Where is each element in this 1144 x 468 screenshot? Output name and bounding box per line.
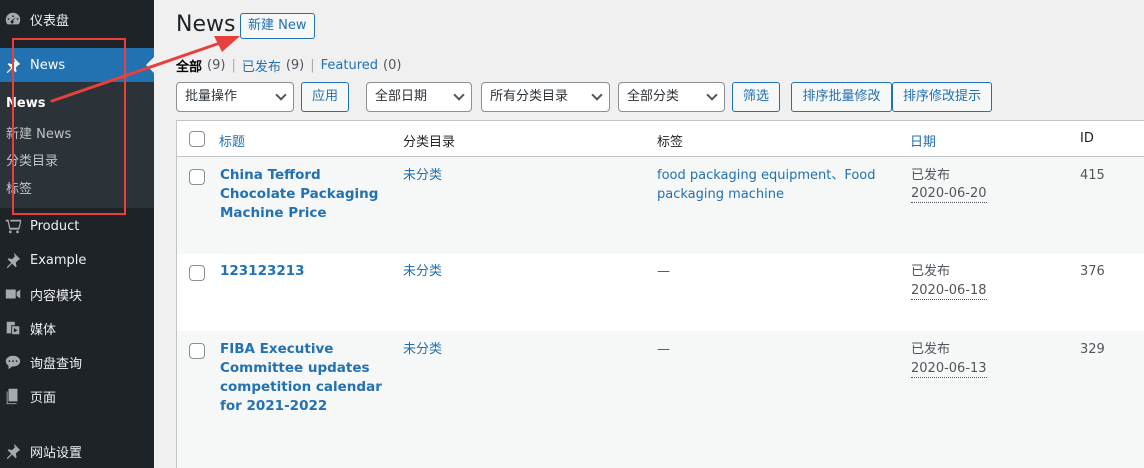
dashboard-icon: [3, 9, 23, 29]
row-checkbox[interactable]: [189, 169, 205, 185]
comment-icon: [3, 352, 23, 372]
sidebar-item-dashboard[interactable]: 仪表盘: [0, 2, 154, 36]
column-header-title[interactable]: 标题: [219, 131, 245, 150]
video-icon: [3, 284, 23, 304]
sidebar-item-content-modules[interactable]: 内容模块: [0, 277, 154, 311]
table-row: FIBA Executive Committee updates competi…: [177, 331, 1144, 468]
status-filter-links: 全部 (9) | 已发布 (9) | Featured (0): [176, 56, 401, 75]
date-filter-value: 全部日期: [375, 89, 428, 104]
sidebar-item-example[interactable]: Example: [0, 243, 154, 277]
row-checkbox[interactable]: [189, 265, 205, 281]
filter-featured-link[interactable]: Featured: [321, 58, 378, 73]
sidebar-item-label: Example: [30, 252, 87, 268]
category-filter-value: 所有分类目录: [490, 89, 569, 104]
posts-table: 标题 分类目录 标签 日期 ID China Tefford Chocolate…: [176, 120, 1144, 468]
row-date: 2020-06-13: [911, 361, 987, 378]
sort-bulk-edit-button[interactable]: 排序批量修改: [791, 82, 892, 112]
cart-icon: [3, 216, 23, 236]
current-menu-arrow: [146, 57, 154, 73]
sort-edit-tip-button[interactable]: 排序修改提示: [892, 82, 992, 112]
chevron-down-icon: [591, 89, 603, 101]
sidebar-item-label: 仪表盘: [30, 13, 70, 29]
sidebar-item-label: 询盘查询: [30, 356, 83, 372]
main-content: News 新建 New 全部 (9) | 已发布 (9) | Featured …: [154, 0, 1144, 468]
add-new-button[interactable]: 新建 New: [240, 13, 315, 39]
row-title-link[interactable]: 123123213: [220, 262, 390, 281]
row-tags-empty: —: [657, 264, 670, 279]
row-category-link[interactable]: 未分类: [403, 340, 442, 359]
sidebar-item-label: 网站设置: [30, 445, 83, 461]
row-title-link[interactable]: China Tefford Chocolate Packaging Machin…: [220, 166, 390, 223]
pin-icon: [3, 250, 23, 270]
row-id: 376: [1080, 264, 1105, 279]
sidebar-item-media[interactable]: 媒体: [0, 311, 154, 345]
row-id: 415: [1080, 168, 1105, 183]
sidebar-item-label: Product: [30, 218, 80, 234]
type-filter-value: 全部分类: [627, 89, 680, 104]
table-row: 123123213 未分类 — 已发布 2020-06-18 376: [177, 254, 1144, 331]
row-date: 2020-06-18: [911, 283, 987, 300]
annotation-highlight-box: [12, 38, 126, 215]
row-id: 329: [1080, 342, 1105, 357]
select-all-checkbox[interactable]: [189, 131, 205, 147]
sidebar-item-label: 内容模块: [30, 288, 83, 304]
column-header-category: 分类目录: [403, 135, 456, 150]
apply-button[interactable]: 应用: [301, 82, 349, 112]
sidebar-item-label: 媒体: [30, 322, 57, 338]
row-checkbox[interactable]: [189, 343, 205, 359]
type-filter-select[interactable]: 全部分类: [618, 82, 725, 112]
sidebar-item-pages[interactable]: 页面: [0, 379, 154, 413]
filter-button[interactable]: 筛选: [732, 82, 780, 112]
filter-all-link[interactable]: 全部: [176, 56, 202, 75]
category-filter-select[interactable]: 所有分类目录: [481, 82, 610, 112]
filter-all-count: (9): [207, 58, 226, 73]
row-status: 已发布: [911, 342, 951, 357]
filter-featured-count: (0): [383, 58, 402, 73]
chevron-down-icon: [275, 89, 287, 101]
sidebar-item-inquiries[interactable]: 询盘查询: [0, 345, 154, 379]
row-date: 2020-06-20: [911, 186, 987, 203]
sidebar-item-label: 页面: [30, 390, 57, 406]
row-status: 已发布: [911, 168, 951, 183]
page-title: News: [176, 12, 236, 37]
row-category-link[interactable]: 未分类: [403, 166, 442, 185]
table-header: 标题 分类目录 标签 日期 ID: [177, 121, 1144, 157]
filter-separator: |: [310, 58, 315, 73]
bulk-action-value: 批量操作: [185, 89, 238, 104]
page-icon: [3, 386, 23, 406]
date-filter-select[interactable]: 全部日期: [366, 82, 472, 112]
chevron-down-icon: [706, 89, 718, 101]
bulk-action-select[interactable]: 批量操作: [176, 82, 294, 112]
row-tags-empty: —: [657, 342, 670, 357]
plugin-icon: [3, 441, 23, 461]
table-row: China Tefford Chocolate Packaging Machin…: [177, 157, 1144, 254]
column-header-date[interactable]: 日期: [910, 131, 936, 150]
filter-published-count: (9): [285, 58, 305, 73]
media-icon: [3, 318, 23, 338]
filter-separator: |: [231, 58, 236, 73]
chevron-down-icon: [453, 89, 465, 101]
column-header-tags: 标签: [657, 135, 684, 150]
row-tags-links[interactable]: food packaging equipment、Food packaging …: [657, 166, 877, 204]
sidebar-item-site-settings[interactable]: 网站设置: [0, 434, 154, 468]
row-status: 已发布: [911, 264, 951, 279]
filter-published-link[interactable]: 已发布: [242, 56, 281, 75]
column-header-id: ID: [1080, 131, 1094, 146]
row-category-link[interactable]: 未分类: [403, 262, 442, 281]
row-title-link[interactable]: FIBA Executive Committee updates competi…: [220, 340, 390, 416]
